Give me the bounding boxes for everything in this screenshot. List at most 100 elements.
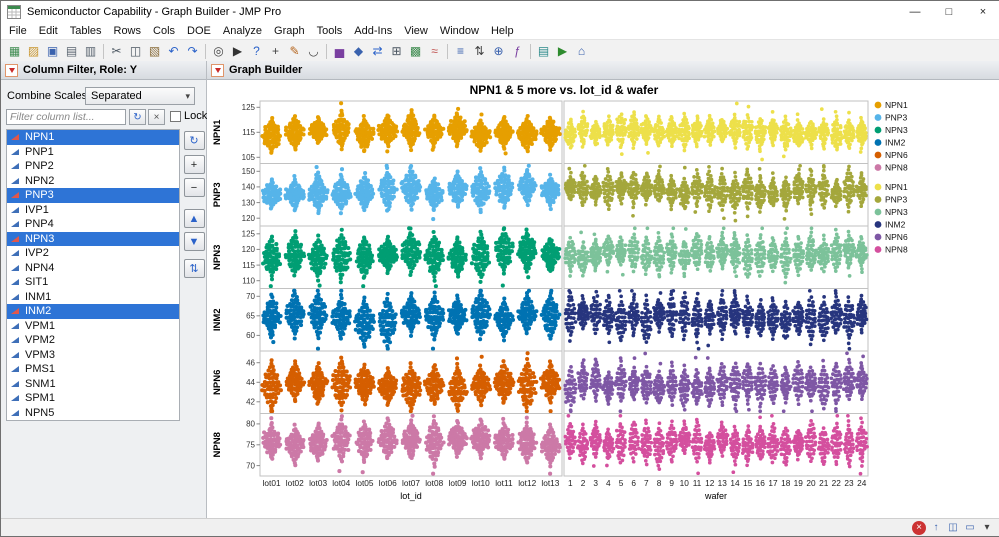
column-filter-panel: Column Filter, Role: Y Combine Scales Se… [1, 61, 207, 519]
menu-help[interactable]: Help [485, 25, 520, 37]
menu-addins[interactable]: Add-Ins [348, 25, 398, 37]
status-icons: ×↑◫▭▾ [912, 521, 999, 535]
remove-column-button[interactable]: − [184, 178, 205, 197]
menu-doe[interactable]: DOE [181, 25, 217, 37]
graph-canvas[interactable]: NPN1 & 5 more vs. lot_id & wafer NPN11051… [211, 81, 936, 517]
filter-clear-button[interactable]: × [148, 109, 165, 125]
column-item-ivp1[interactable]: IVP1 [7, 203, 179, 218]
panel-row-NPN6[interactable]: NPN6424446 [212, 351, 869, 414]
panel-row-NPN8[interactable]: NPN8707580 [212, 414, 869, 477]
error-status-icon[interactable]: × [912, 521, 926, 535]
add-column-button[interactable]: + [184, 155, 205, 174]
maximize-button[interactable]: □ [932, 1, 966, 23]
continuous-column-icon [11, 410, 19, 416]
disclosure-triangle-button[interactable] [211, 64, 224, 77]
svg-text:120: 120 [242, 245, 256, 254]
column-item-pms1[interactable]: PMS1 [7, 362, 179, 377]
open-icon[interactable]: ▨ [24, 42, 43, 60]
status-caret-icon[interactable]: ▾ [980, 521, 994, 535]
window-layout-icon[interactable]: ◫ [946, 521, 960, 535]
filter-refresh-button[interactable]: ↻ [129, 109, 146, 125]
magnifier-tool-icon[interactable]: ◎ [209, 42, 228, 60]
filter-input[interactable] [6, 109, 126, 125]
menu-window[interactable]: Window [434, 25, 485, 37]
lasso-tool-icon[interactable]: ◡ [304, 42, 323, 60]
brush-tool-icon[interactable]: ✎ [285, 42, 304, 60]
menu-tools[interactable]: Tools [311, 25, 349, 37]
refresh-list-button[interactable]: ↻ [184, 131, 205, 150]
formula-icon[interactable]: ƒ [508, 42, 527, 60]
column-item-pnp2[interactable]: PNP2 [7, 159, 179, 174]
join-icon[interactable]: ⊕ [489, 42, 508, 60]
help-tool-icon[interactable]: ? [247, 42, 266, 60]
print-icon[interactable]: ▥ [81, 42, 100, 60]
column-item-vpm2[interactable]: VPM2 [7, 333, 179, 348]
column-item-npn2[interactable]: NPN2 [7, 174, 179, 189]
menu-edit[interactable]: Edit [33, 25, 64, 37]
combine-scales-select[interactable]: Separated ▾ [85, 87, 195, 105]
control-chart-icon[interactable]: ≈ [425, 42, 444, 60]
move-up-button[interactable]: ▲ [184, 209, 205, 228]
summary-icon[interactable]: ≡ [451, 42, 470, 60]
tabulate-icon[interactable]: ⊞ [387, 42, 406, 60]
copy-icon[interactable]: ◫ [126, 42, 145, 60]
statusbar: ×↑◫▭▾ [1, 518, 999, 536]
column-item-pnp1[interactable]: PNP1 [7, 145, 179, 160]
menu-tables[interactable]: Tables [64, 25, 108, 37]
matched-pairs-icon[interactable]: ⇄ [368, 42, 387, 60]
column-item-npn3[interactable]: NPN3 [7, 232, 179, 247]
window-restore-icon[interactable]: ▭ [963, 521, 977, 535]
distribution-icon[interactable]: ▅ [330, 42, 349, 60]
column-item-npn5[interactable]: NPN5 [7, 406, 179, 421]
run-script-icon[interactable]: ▶ [553, 42, 572, 60]
column-item-pnp3[interactable]: PNP3 [7, 188, 179, 203]
column-item-npn1[interactable]: NPN1 [7, 130, 179, 145]
column-item-inm2[interactable]: INM2 [7, 304, 179, 319]
graph-builder-icon[interactable]: ▩ [406, 42, 425, 60]
panel-row-PNP3[interactable]: PNP3120130140150 [212, 164, 868, 227]
redo-icon[interactable]: ↷ [183, 42, 202, 60]
menu-graph[interactable]: Graph [268, 25, 311, 37]
undo-icon[interactable]: ↶ [164, 42, 183, 60]
panel-row-NPN1[interactable]: NPN1105115125 [212, 101, 868, 164]
close-button[interactable]: × [966, 1, 999, 23]
svg-text:150: 150 [242, 167, 256, 176]
menu-view[interactable]: View [398, 25, 434, 37]
column-item-vpm1[interactable]: VPM1 [7, 319, 179, 334]
column-item-pnp4[interactable]: PNP4 [7, 217, 179, 232]
column-item-sit1[interactable]: SIT1 [7, 275, 179, 290]
new-data-table-icon[interactable]: ▦ [5, 42, 24, 60]
x-axis-labels[interactable]: lot01lot02lot03lot04lot05lot06lot07lot08… [263, 478, 867, 501]
menu-rows[interactable]: Rows [108, 25, 148, 37]
disclosure-triangle-button[interactable] [5, 64, 18, 77]
filter-row: ↻ × Lock [1, 109, 206, 127]
legend[interactable]: NPN1PNP3NPN3INM2NPN6NPN8NPN1PNP3NPN3INM2… [875, 100, 908, 255]
paste-icon[interactable]: ▧ [145, 42, 164, 60]
column-item-npn4[interactable]: NPN4 [7, 261, 179, 276]
column-item-inm1[interactable]: INM1 [7, 290, 179, 305]
menu-cols[interactable]: Cols [147, 25, 181, 37]
script-editor-icon[interactable]: ▤ [534, 42, 553, 60]
home-window-icon[interactable]: ⌂ [572, 42, 591, 60]
column-item-ivp2[interactable]: IVP2 [7, 246, 179, 261]
chart-title: NPN1 & 5 more vs. lot_id & wafer [470, 83, 659, 97]
panel-row-INM2[interactable]: INM2606570 [212, 289, 868, 352]
save-all-icon[interactable]: ▤ [62, 42, 81, 60]
arrow-tool-icon[interactable]: ▶ [228, 42, 247, 60]
crosshair-tool-icon[interactable]: + [266, 42, 285, 60]
column-item-spm1[interactable]: SPM1 [7, 391, 179, 406]
cut-icon[interactable]: ✂ [107, 42, 126, 60]
column-item-snm1[interactable]: SNM1 [7, 377, 179, 392]
sort-icon[interactable]: ⇅ [470, 42, 489, 60]
menu-file[interactable]: File [3, 25, 33, 37]
scroll-up-icon[interactable]: ↑ [929, 521, 943, 535]
minimize-button[interactable]: — [898, 1, 932, 23]
menu-analyze[interactable]: Analyze [217, 25, 268, 37]
swap-button[interactable]: ⇅ [184, 259, 205, 278]
save-icon[interactable]: ▣ [43, 42, 62, 60]
column-item-vpm3[interactable]: VPM3 [7, 348, 179, 363]
lock-checkbox[interactable] [170, 111, 181, 122]
move-down-button[interactable]: ▼ [184, 232, 205, 251]
fit-y-by-x-icon[interactable]: ◆ [349, 42, 368, 60]
panel-row-NPN3[interactable]: NPN3110115120125 [212, 226, 869, 289]
